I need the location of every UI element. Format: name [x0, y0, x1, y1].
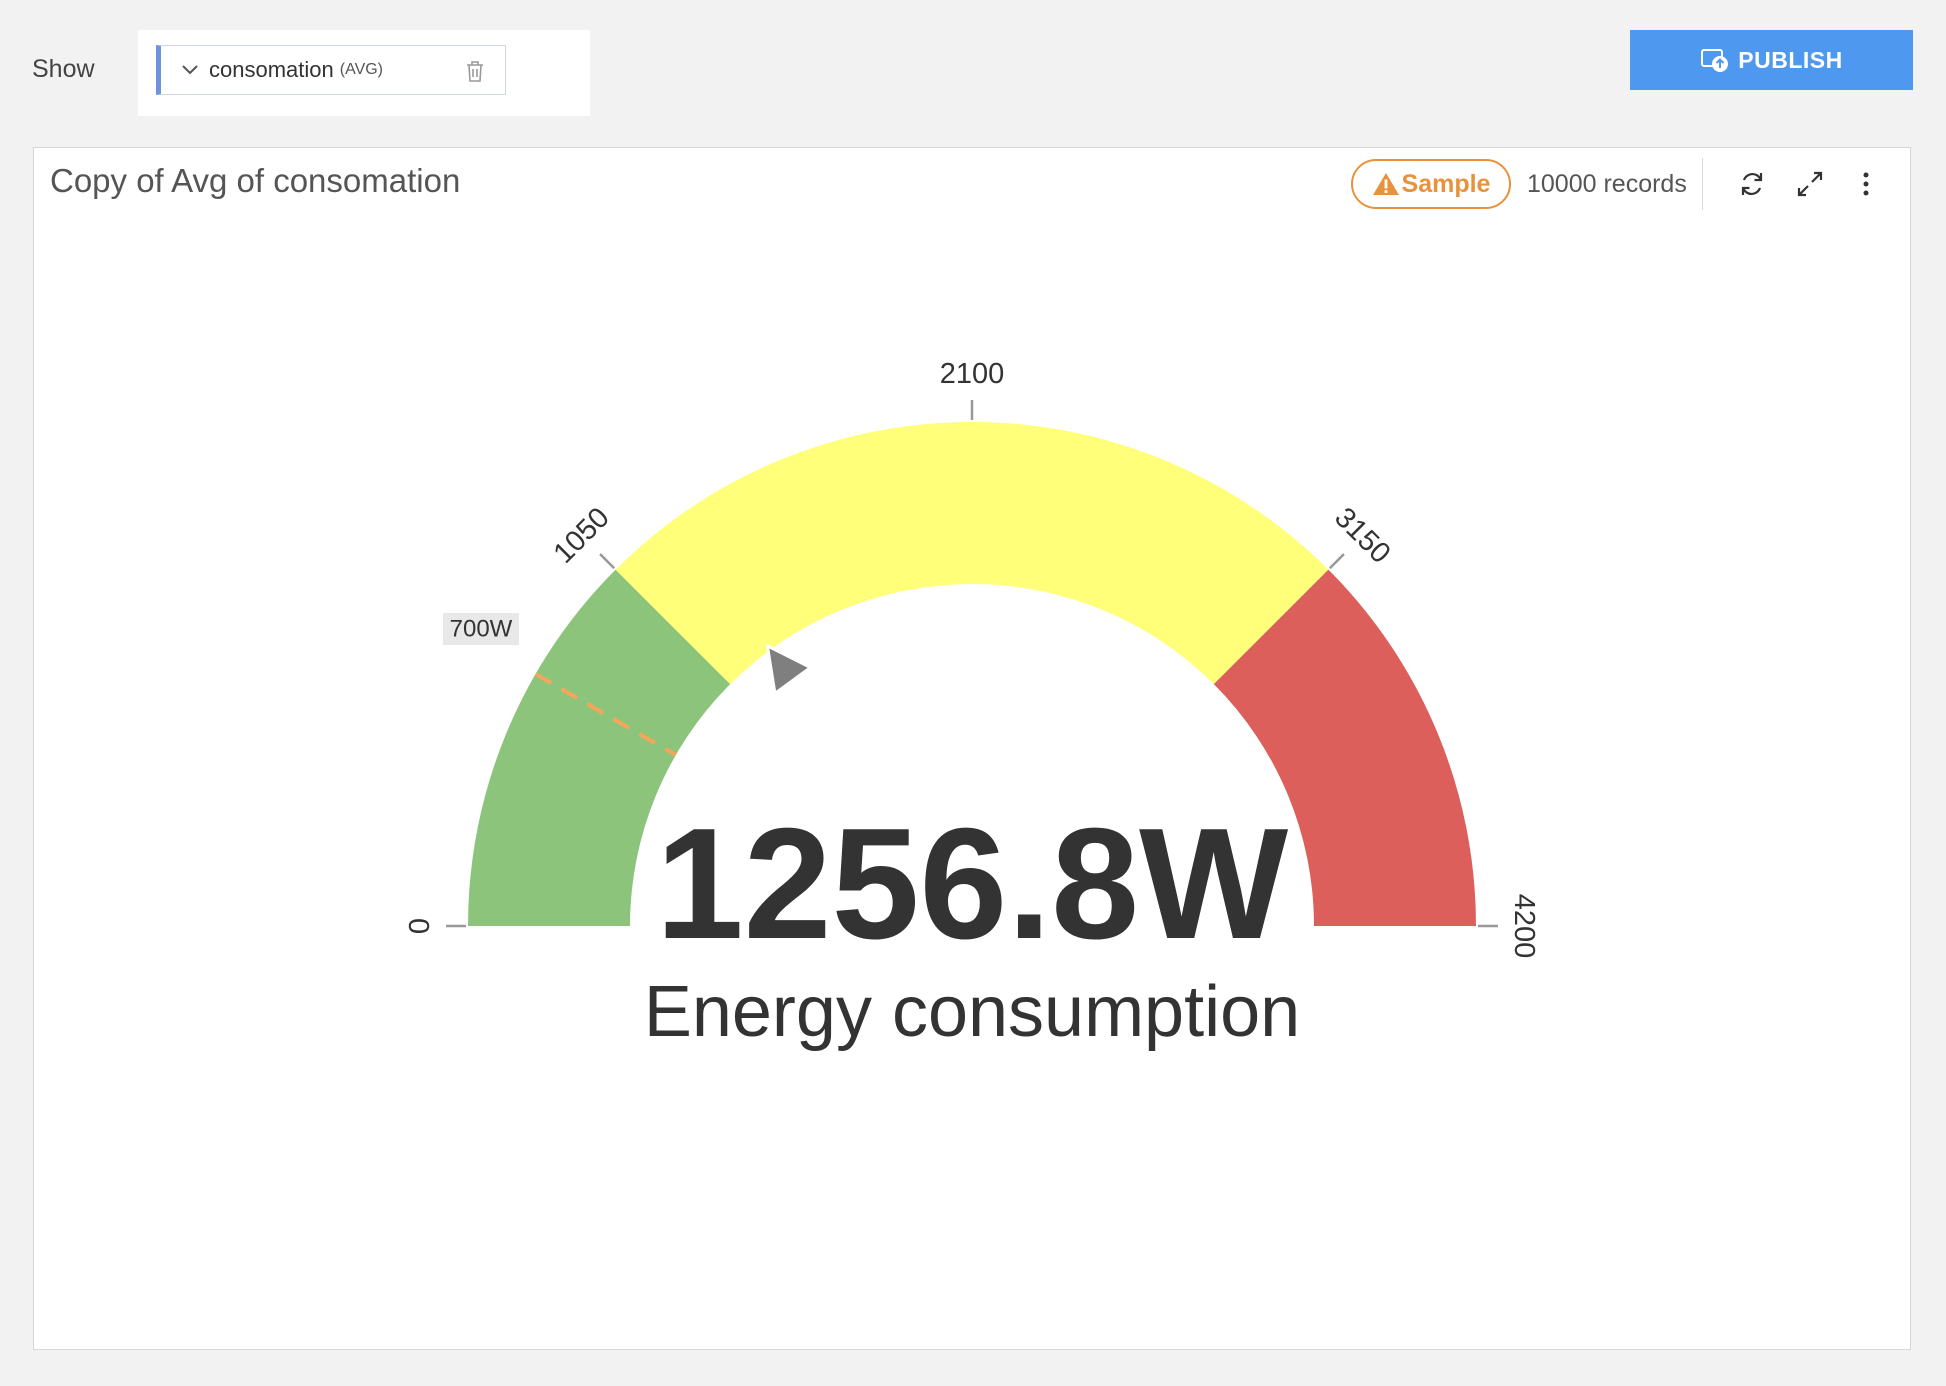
- publish-button[interactable]: PUBLISH: [1630, 30, 1913, 90]
- gauge-tick-label-2: 2100: [940, 358, 1005, 390]
- measure-aggregation: (AVG): [339, 61, 384, 78]
- gauge-tick-3: [1328, 553, 1345, 570]
- trash-icon[interactable]: [463, 58, 487, 84]
- chart-card: Copy of Avg of consomation Sample 10000 …: [33, 147, 1911, 1350]
- gauge-chart: 01050210031504200700W1256.8WEnergy consu…: [404, 358, 1540, 1052]
- measure-panel: consomation (AVG): [138, 30, 590, 116]
- measure-pill[interactable]: consomation (AVG): [156, 45, 506, 95]
- gauge-caption: Energy consumption: [644, 972, 1300, 1052]
- gauge-value-text: 1256.8W: [656, 796, 1288, 972]
- publish-label: PUBLISH: [1738, 46, 1843, 73]
- gauge-tick-label-0: 0: [404, 918, 436, 934]
- app-page: Show consomation (AVG) PUBLISH Copy of A…: [0, 0, 1946, 1386]
- measure-name: consomation: [209, 57, 334, 82]
- gauge-value-pointer: [765, 644, 812, 695]
- gauge-tick-label-4: 4200: [1508, 894, 1540, 959]
- gauge-band-1: [615, 422, 1329, 685]
- chevron-down-icon[interactable]: [179, 59, 201, 81]
- show-label: Show: [32, 55, 95, 83]
- gauge-target-label: 700W: [450, 616, 513, 643]
- gauge-tick-1: [599, 553, 616, 570]
- publish-icon: [1700, 47, 1730, 73]
